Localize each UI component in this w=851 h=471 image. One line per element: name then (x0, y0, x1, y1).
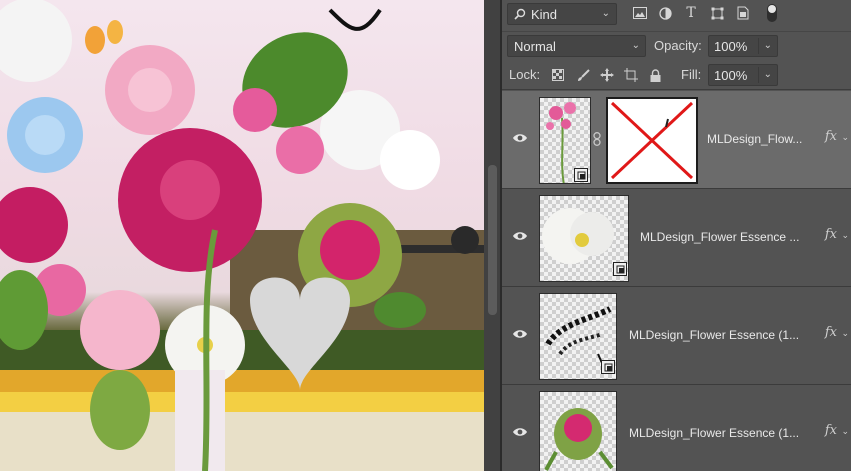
lock-transparent-pixels-icon[interactable] (550, 67, 566, 83)
document-canvas[interactable] (0, 0, 484, 471)
mask-disabled-cross-icon (610, 101, 694, 180)
fill-value: 100% (714, 67, 748, 83)
opacity-value: 100% (714, 38, 748, 54)
search-icon (514, 8, 526, 20)
filter-kind-select[interactable]: Kind ⌄ (507, 3, 617, 25)
layer-name[interactable]: MLDesign_Flower Essence ... (640, 230, 799, 244)
blend-mode-select[interactable]: Normal ⌄ (507, 35, 646, 57)
canvas-scrollbar-thumb[interactable] (488, 165, 497, 315)
layer-effects-fx-icon[interactable]: fx (825, 129, 837, 144)
layer-mask-thumbnail[interactable] (606, 97, 698, 184)
blend-mode-value: Normal (514, 38, 556, 54)
smart-object-badge-icon (613, 262, 627, 276)
layer-row[interactable]: MLDesign_Flower Essence ... fx ⌄ (502, 189, 851, 287)
filter-toggle-switch[interactable] (767, 4, 777, 22)
type-filter-icon[interactable]: T (683, 5, 699, 21)
chevron-down-icon[interactable]: ⌄ (841, 132, 849, 143)
adjustment-filter-icon[interactable] (657, 5, 673, 21)
smart-object-badge-icon (601, 360, 615, 374)
opacity-label: Opacity: (654, 38, 702, 53)
eye-icon[interactable] (512, 132, 528, 144)
layer-row[interactable]: MLDesign_Flower Essence (1... fx ⌄ (502, 287, 851, 385)
layer-filter-row: Kind ⌄ T (502, 0, 851, 30)
filter-kind-label: Kind (531, 6, 558, 22)
fill-label: Fill: (681, 67, 702, 82)
eye-icon[interactable] (512, 328, 528, 340)
layer-effects-fx-icon[interactable]: fx (825, 423, 837, 438)
chevron-down-icon: ⌄ (601, 8, 610, 19)
chevron-down-icon[interactable]: ⌄ (841, 426, 849, 437)
opacity-field[interactable]: 100% ⌄ (708, 35, 778, 57)
layers-panel: Kind ⌄ T Normal ⌄ Opacity: 100% ⌄ Lock: … (502, 0, 851, 471)
layer-name[interactable]: MLDesign_Flow... (707, 132, 802, 146)
layer-effects-fx-icon[interactable]: fx (825, 227, 837, 242)
lock-artboard-icon[interactable] (623, 67, 639, 83)
layer-effects-fx-icon[interactable]: fx (825, 325, 837, 340)
lock-image-pixels-icon[interactable] (575, 67, 591, 83)
chevron-down-icon[interactable]: ⌄ (841, 328, 849, 339)
smart-object-badge-icon (574, 168, 588, 182)
lock-position-icon[interactable] (599, 67, 615, 83)
eye-icon[interactable] (512, 426, 528, 438)
layer-name[interactable]: MLDesign_Flower Essence (1... (629, 426, 799, 440)
fill-field[interactable]: 100% ⌄ (708, 64, 778, 86)
canvas-artwork (0, 0, 484, 471)
chevron-down-icon[interactable]: ⌄ (764, 69, 772, 80)
layers-list: MLDesign_Flow... fx ⌄ MLDesign_Flower Es… (502, 91, 851, 471)
eye-icon[interactable] (512, 230, 528, 242)
layer-name[interactable]: MLDesign_Flower Essence (1... (629, 328, 799, 342)
blend-opacity-row: Normal ⌄ Opacity: 100% ⌄ (502, 31, 851, 61)
layer-row[interactable]: MLDesign_Flower Essence (1... fx ⌄ (502, 385, 851, 471)
chevron-down-icon: ⌄ (631, 40, 640, 51)
chevron-down-icon[interactable]: ⌄ (764, 40, 772, 51)
image-filter-icon[interactable] (632, 5, 648, 21)
shape-filter-icon[interactable] (709, 5, 725, 21)
layer-thumbnail[interactable] (539, 391, 617, 471)
lock-fill-row: Lock: Fill: 100% ⌄ (502, 62, 851, 90)
chevron-down-icon[interactable]: ⌄ (841, 230, 849, 241)
lock-label: Lock: (509, 67, 541, 82)
smart-object-filter-icon[interactable] (735, 5, 751, 21)
lock-all-icon[interactable] (647, 67, 663, 83)
layer-row[interactable]: MLDesign_Flow... fx ⌄ (502, 91, 851, 189)
link-chain-icon[interactable] (591, 132, 603, 146)
